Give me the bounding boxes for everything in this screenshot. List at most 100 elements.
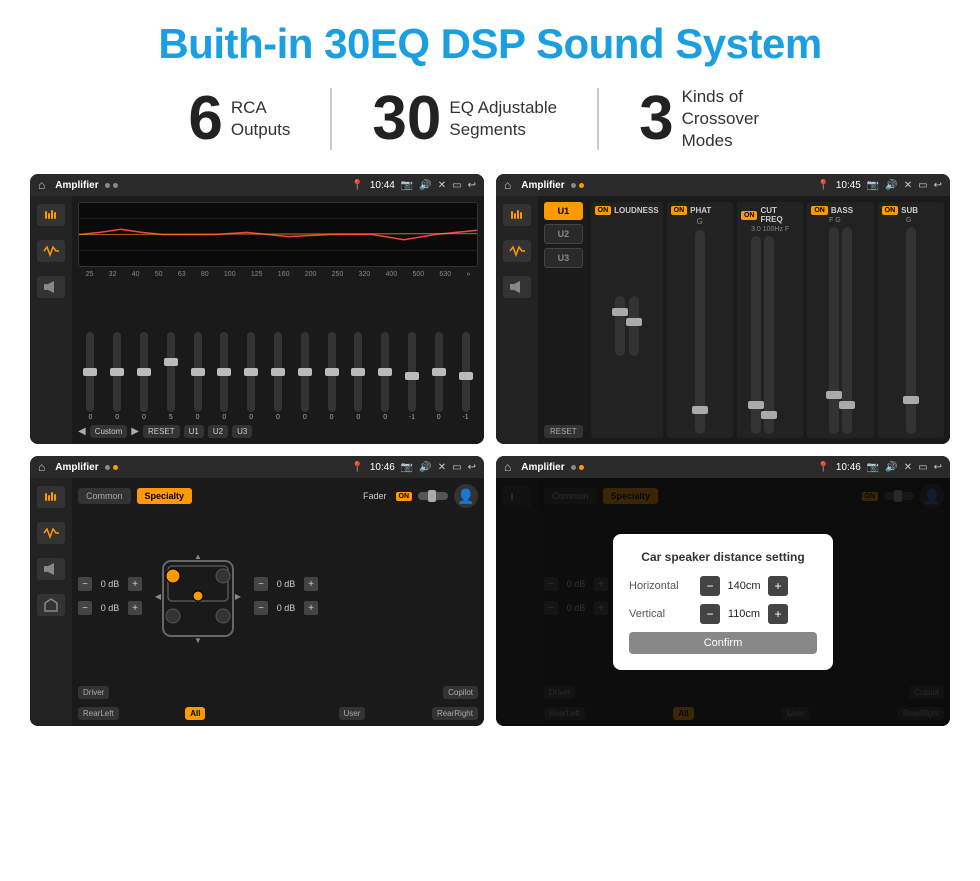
vertical-plus[interactable]: + <box>768 604 788 624</box>
eq-time: 10:44 <box>370 180 395 191</box>
amp-volume-icon: 🔊 <box>885 180 897 191</box>
horizontal-minus[interactable]: − <box>700 576 720 596</box>
driver-btn[interactable]: Driver <box>78 686 109 699</box>
reset-button[interactable]: RESET <box>143 425 180 438</box>
left-top-minus[interactable]: − <box>78 577 92 591</box>
next-button[interactable]: ▶ <box>131 426 139 437</box>
slider-6[interactable]: 0 <box>212 332 237 421</box>
speaker-icon[interactable] <box>37 276 65 298</box>
fader-on-badge[interactable]: ON <box>396 492 413 501</box>
eq-main: 25 32 40 50 63 80 100 125 160 200 250 32… <box>72 196 484 444</box>
slider-13[interactable]: -1 <box>400 332 425 421</box>
dlg-dot2 <box>579 465 584 470</box>
amp-close-icon: ✕ <box>904 180 912 191</box>
freq-200: 200 <box>305 271 317 278</box>
cross-dot2 <box>113 465 118 470</box>
u3-button[interactable]: U3 <box>232 425 252 438</box>
prev-button[interactable]: ◀ <box>78 426 86 437</box>
svg-text:▼: ▼ <box>194 636 202 645</box>
bass-panel: ONBASS F G <box>807 202 873 438</box>
vertical-minus[interactable]: − <box>700 604 720 624</box>
stat-rca-number: 6 <box>188 88 222 150</box>
camera-icon: 📷 <box>401 180 413 191</box>
crossover-main-area: Common Specialty Fader ON 👤 − <box>72 478 484 726</box>
slider-9[interactable]: 0 <box>292 332 317 421</box>
slider-1[interactable]: 0 <box>78 332 103 421</box>
amp-sidebar <box>496 196 538 444</box>
amp-topbar-title: Amplifier <box>521 180 564 191</box>
slider-11[interactable]: 0 <box>346 332 371 421</box>
right-top-minus[interactable]: − <box>254 577 268 591</box>
specialty-tab[interactable]: Specialty <box>137 488 193 504</box>
confirm-button[interactable]: Confirm <box>629 632 817 654</box>
cross-home-icon[interactable]: ⌂ <box>38 460 45 474</box>
amp-reset[interactable]: RESET <box>544 425 583 438</box>
left-db-controls: − 0 dB + − 0 dB + <box>78 577 142 615</box>
user-btn[interactable]: User <box>339 707 366 720</box>
crossover-topbar: ⌂ Amplifier 📍 10:46 📷 🔊 ✕ ▭ ↩ <box>30 456 484 478</box>
right-bottom-minus[interactable]: − <box>254 601 268 615</box>
amp-speaker-icon[interactable] <box>503 276 531 298</box>
slider-10[interactable]: 0 <box>319 332 344 421</box>
amp-screen: ⌂ Amplifier 📍 10:45 📷 🔊 ✕ ▭ ↩ <box>496 174 950 444</box>
eq-icon[interactable] <box>37 204 65 226</box>
cutfreq-panel: ONCUT FREQ 3.0 100Hz F <box>737 202 803 438</box>
fader-slider[interactable] <box>418 492 448 500</box>
freq-63: 63 <box>178 271 186 278</box>
slider-7[interactable]: 0 <box>239 332 264 421</box>
stat-crossover-label: Kinds ofCrossover Modes <box>682 86 792 152</box>
cross-speaker-icon[interactable] <box>37 558 65 580</box>
amp-eq-icon[interactable] <box>503 204 531 226</box>
stat-rca: 6 RCAOutputs <box>148 88 332 150</box>
freq-400: 400 <box>386 271 398 278</box>
left-top-plus[interactable]: + <box>128 577 142 591</box>
slider-14[interactable]: 0 <box>426 332 451 421</box>
person-icon[interactable]: 👤 <box>454 484 478 508</box>
amp-wave-icon[interactable] <box>503 240 531 262</box>
all-btn[interactable]: All <box>185 707 205 720</box>
slider-12[interactable]: 0 <box>373 332 398 421</box>
cross-status <box>105 465 118 470</box>
u1-button[interactable]: U1 <box>184 425 204 438</box>
cross-wave-icon[interactable] <box>37 522 65 544</box>
cross-expand-icon[interactable] <box>37 594 65 616</box>
amp-topbar: ⌂ Amplifier 📍 10:45 📷 🔊 ✕ ▭ ↩ <box>496 174 950 196</box>
u3-btn[interactable]: U3 <box>544 248 583 268</box>
wave-icon[interactable] <box>37 240 65 262</box>
location-icon: 📍 <box>351 180 363 191</box>
cross-window-icon: ▭ <box>452 462 461 473</box>
bottom-labels: Driver Copilot <box>78 686 478 699</box>
cross-back-icon[interactable]: ↩ <box>468 462 476 473</box>
stat-eq-number: 30 <box>372 88 441 150</box>
right-bottom-plus[interactable]: + <box>304 601 318 615</box>
dlg-back-icon[interactable]: ↩ <box>934 462 942 473</box>
slider-5[interactable]: 0 <box>185 332 210 421</box>
copilot-btn[interactable]: Copilot <box>443 686 478 699</box>
slider-3[interactable]: 0 <box>132 332 157 421</box>
dlg-home-icon[interactable]: ⌂ <box>504 460 511 474</box>
slider-4[interactable]: 5 <box>158 332 183 421</box>
cross-eq-icon[interactable] <box>37 486 65 508</box>
amp-back-icon[interactable]: ↩ <box>934 180 942 191</box>
dlg-topbar-title: Amplifier <box>521 462 564 473</box>
slider-8[interactable]: 0 <box>266 332 291 421</box>
horizontal-plus[interactable]: + <box>768 576 788 596</box>
cross-topbar-title: Amplifier <box>55 462 98 473</box>
amp-home-icon[interactable]: ⌂ <box>504 178 511 192</box>
right-top-plus[interactable]: + <box>304 577 318 591</box>
rearleft-btn[interactable]: RearLeft <box>78 707 119 720</box>
rearright-btn[interactable]: RearRight <box>432 707 478 720</box>
u2-btn[interactable]: U2 <box>544 224 583 244</box>
custom-button[interactable]: Custom <box>90 425 128 438</box>
home-icon[interactable]: ⌂ <box>38 178 45 192</box>
u2-button[interactable]: U2 <box>208 425 228 438</box>
topbar-status <box>105 183 118 188</box>
cross-dot1 <box>105 465 110 470</box>
u1-btn[interactable]: U1 <box>544 202 583 220</box>
back-icon[interactable]: ↩ <box>468 180 476 191</box>
left-bottom-plus[interactable]: + <box>128 601 142 615</box>
left-bottom-minus[interactable]: − <box>78 601 92 615</box>
slider-15[interactable]: -1 <box>453 332 478 421</box>
slider-2[interactable]: 0 <box>105 332 130 421</box>
common-tab[interactable]: Common <box>78 488 131 504</box>
